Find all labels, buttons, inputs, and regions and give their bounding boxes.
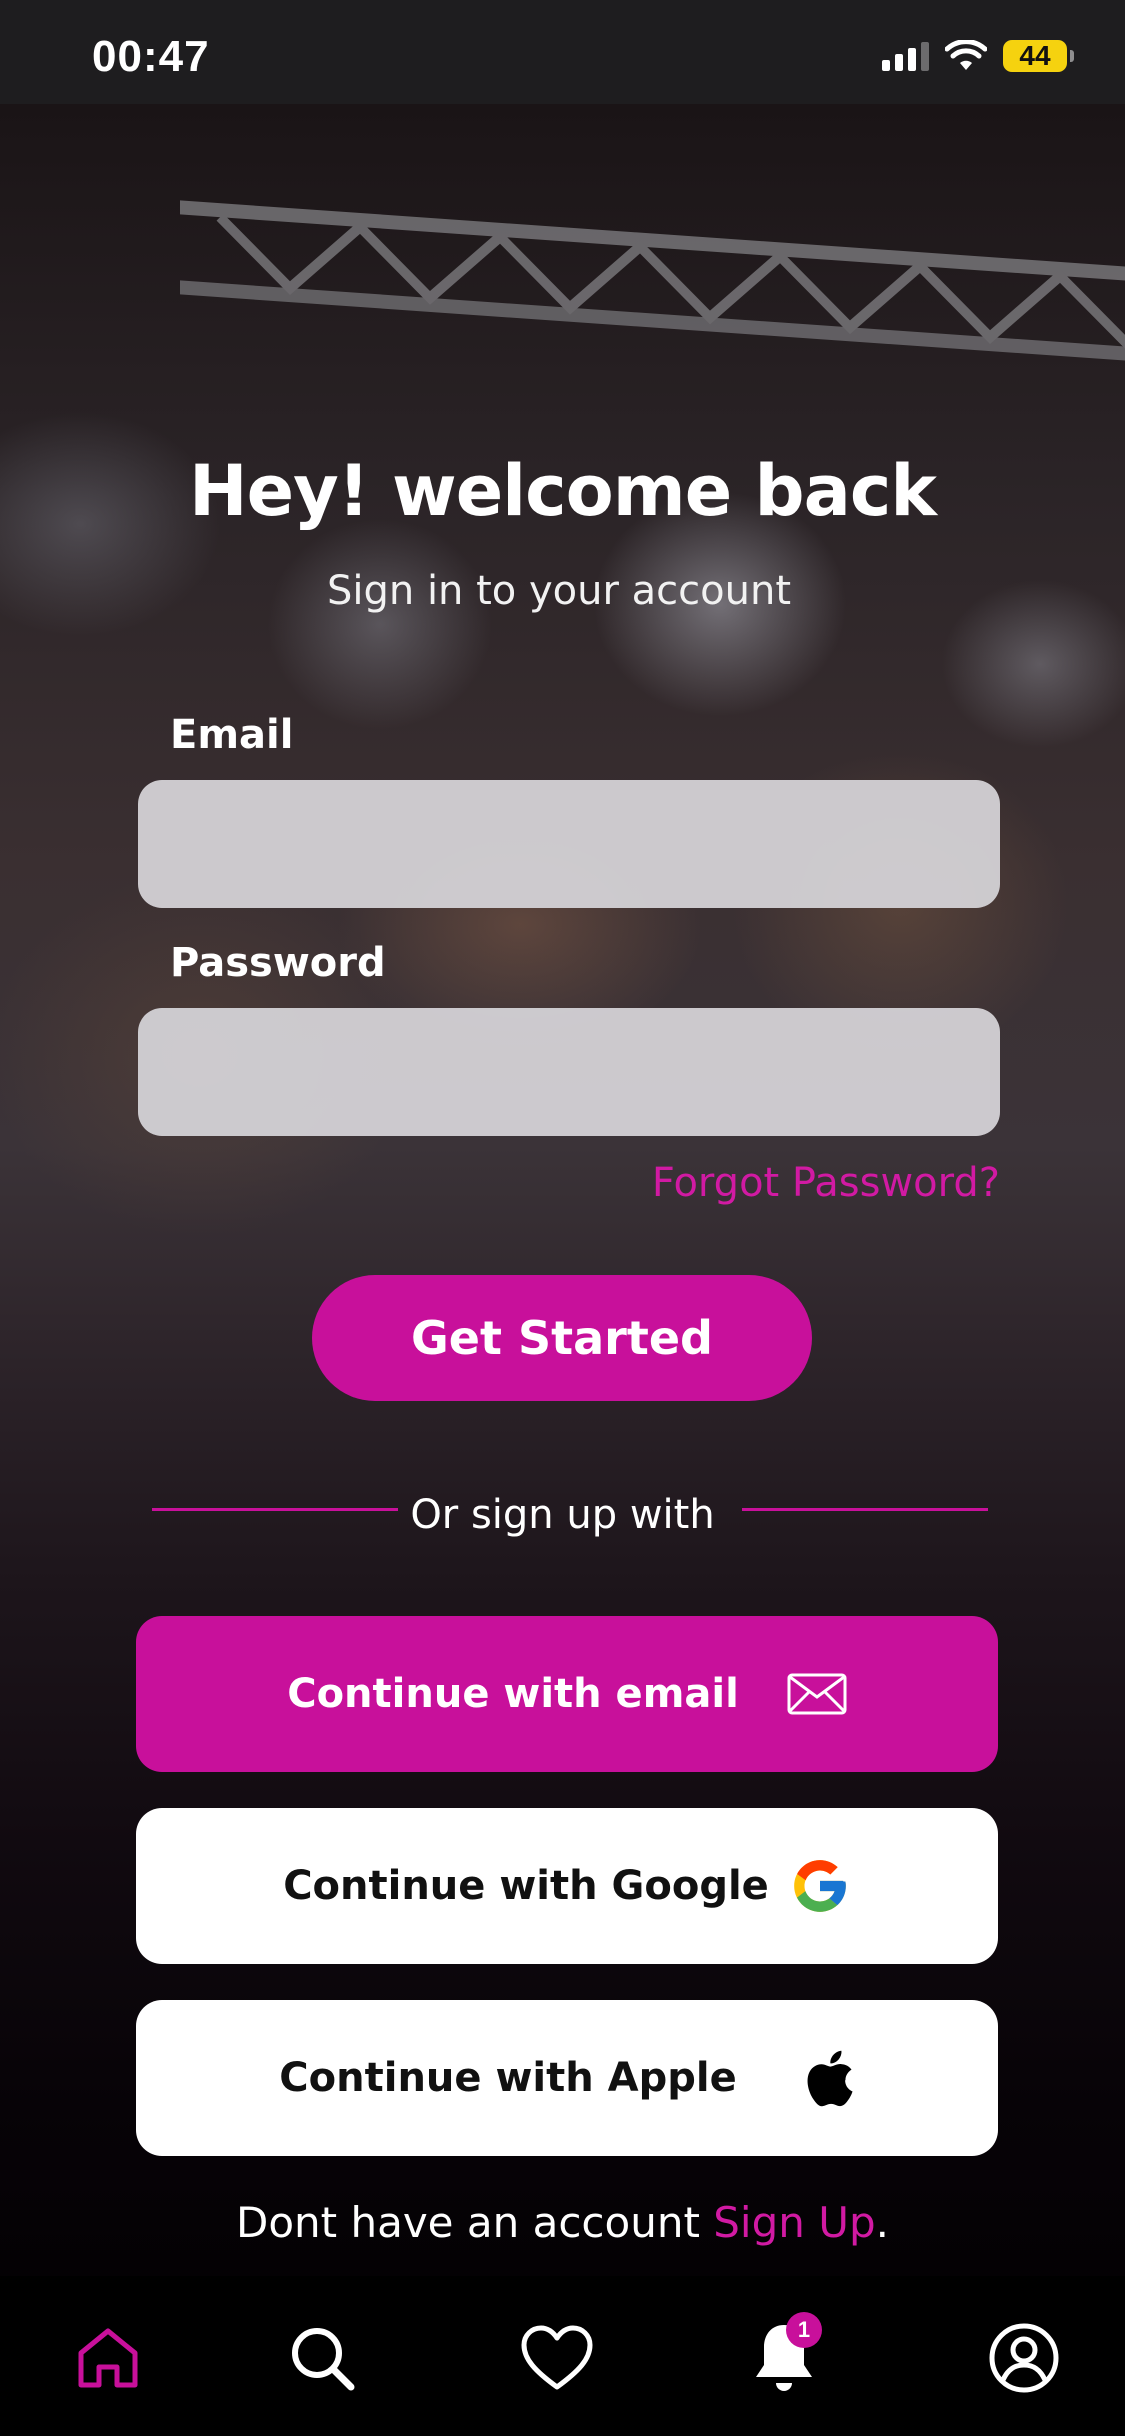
wifi-icon [945, 40, 987, 70]
tab-profile[interactable] [984, 2318, 1064, 2398]
continue-with-google-button[interactable]: Continue with Google [136, 1808, 998, 1964]
get-started-button[interactable]: Get Started [312, 1275, 812, 1401]
tab-search[interactable] [282, 2318, 362, 2398]
page-subtitle: Sign in to your account [326, 568, 792, 614]
forgot-password-link[interactable]: Forgot Password? [652, 1160, 1000, 1206]
tab-notifications[interactable]: 1 [744, 2312, 824, 2398]
notification-badge: 1 [786, 2312, 822, 2348]
status-bar: 00:47 44 [0, 0, 1125, 104]
page-title: Hey! welcome back [189, 450, 937, 532]
divider-text: Or sign up with [410, 1492, 715, 1538]
bottom-tab-bar: 1 [0, 2276, 1125, 2436]
tab-home[interactable] [68, 2318, 148, 2398]
search-icon [292, 2328, 355, 2391]
sign-up-link[interactable]: Sign Up [713, 2198, 875, 2247]
signup-prompt: Dont have an account Sign Up. [0, 2198, 1125, 2247]
email-label: Email [170, 712, 294, 758]
status-time: 00:47 [92, 32, 210, 81]
email-field[interactable] [138, 780, 1000, 908]
password-label: Password [170, 940, 386, 986]
signup-prompt-text: Dont have an account [236, 2198, 714, 2247]
envelope-icon [787, 1673, 847, 1715]
divider-line-right [742, 1508, 988, 1511]
heart-icon [521, 2325, 593, 2390]
password-field[interactable] [138, 1008, 1000, 1136]
profile-icon [989, 2323, 1059, 2393]
login-screen: 00:47 44 Hey! welcome back Sign in to yo… [0, 0, 1125, 2436]
continue-with-apple-label: Continue with Apple [279, 2055, 737, 2101]
continue-with-email-label: Continue with email [287, 1671, 739, 1717]
apple-logo-icon [807, 2050, 853, 2107]
continue-with-google-label: Continue with Google [283, 1863, 769, 1909]
stage-truss [180, 200, 1125, 362]
battery-icon: 44 [1003, 40, 1074, 72]
google-logo-icon [793, 1860, 846, 1912]
status-icons: 44 [882, 40, 1074, 72]
signup-period: . [875, 2198, 889, 2247]
continue-with-apple-button[interactable]: Continue with Apple [136, 2000, 998, 2156]
continue-with-email-button[interactable]: Continue with email [136, 1616, 998, 1772]
cellular-signal-icon [882, 41, 929, 71]
home-icon [78, 2328, 138, 2388]
tab-favorites[interactable] [517, 2318, 597, 2398]
